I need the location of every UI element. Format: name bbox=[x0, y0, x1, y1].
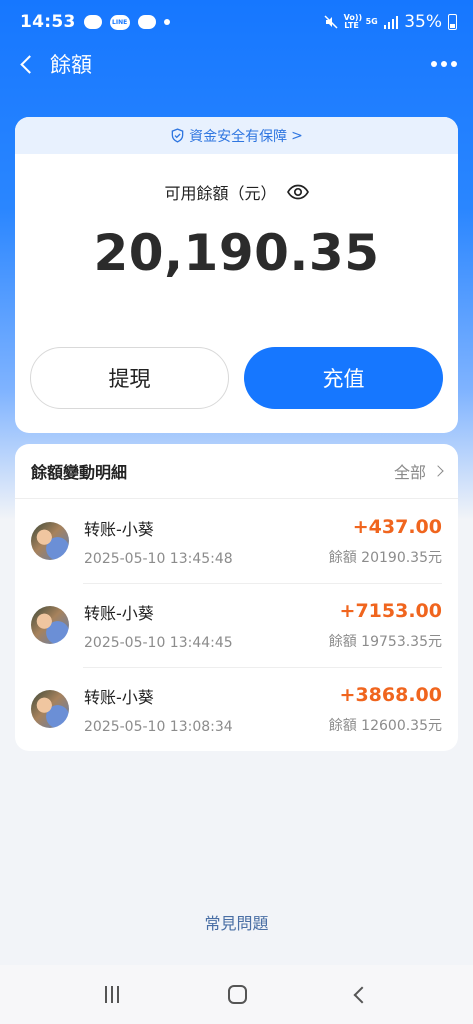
battery-icon bbox=[448, 14, 457, 30]
transaction-row[interactable]: 转账-小葵 2025-05-10 13:08:34 +3868.00 餘額 12… bbox=[15, 667, 458, 751]
transactions-header: 餘額變動明細 全部 bbox=[15, 444, 458, 499]
transaction-balance: 餘額 20190.35元 bbox=[328, 549, 442, 566]
line-icon: LINE bbox=[109, 14, 130, 30]
transaction-name: 转账-小葵 bbox=[84, 519, 154, 539]
battery-percent: 35% bbox=[404, 12, 442, 32]
balance-card: 資金安全有保障 > 可用餘額（元） 20,190.35 提現 充值 bbox=[15, 117, 458, 433]
transaction-amount: +3868.00 bbox=[339, 683, 442, 706]
transaction-balance: 餘額 19753.35元 bbox=[328, 633, 442, 650]
more-options-button[interactable] bbox=[429, 55, 459, 73]
transaction-row[interactable]: 转账-小葵 2025-05-10 13:44:45 +7153.00 餘額 19… bbox=[15, 583, 458, 667]
status-bar: 14:53 LINE Vo)) LTE 5G 35% bbox=[0, 0, 473, 44]
security-banner-text: 資金安全有保障 bbox=[189, 128, 288, 145]
transaction-amount: +437.00 bbox=[352, 515, 442, 538]
transaction-time: 2025-05-10 13:45:48 bbox=[84, 550, 233, 567]
transaction-name: 转账-小葵 bbox=[84, 687, 154, 707]
system-navigation-bar bbox=[0, 965, 473, 1024]
balance-label: 可用餘額（元） bbox=[164, 184, 277, 203]
chevron-right-icon bbox=[432, 465, 444, 477]
view-all-link[interactable]: 全部 bbox=[393, 459, 444, 483]
navigation-bar: 餘額 bbox=[0, 44, 473, 84]
eye-icon[interactable] bbox=[286, 184, 309, 200]
signal-icon bbox=[383, 15, 399, 29]
balance-label-row: 可用餘額（元） bbox=[15, 180, 458, 204]
home-icon[interactable] bbox=[227, 985, 247, 1004]
notification-dot-icon bbox=[163, 19, 170, 25]
transaction-row[interactable]: 转账-小葵 2025-05-10 13:45:48 +437.00 餘額 201… bbox=[15, 499, 458, 583]
avatar bbox=[31, 522, 69, 560]
withdraw-button[interactable]: 提現 bbox=[30, 347, 229, 409]
view-all-label: 全部 bbox=[393, 463, 426, 482]
chevron-right-icon: > bbox=[291, 127, 303, 144]
transaction-time: 2025-05-10 13:44:45 bbox=[84, 634, 233, 651]
transaction-balance: 餘額 12600.35元 bbox=[328, 717, 442, 734]
action-buttons: 提現 充值 bbox=[30, 347, 443, 409]
recent-apps-icon[interactable] bbox=[104, 986, 119, 1003]
network-5g-icon: 5G bbox=[365, 17, 378, 26]
back-chevron-icon bbox=[19, 54, 39, 74]
system-back-icon[interactable] bbox=[353, 986, 371, 1003]
transactions-card: 餘額變動明細 全部 转账-小葵 2025-05-10 13:45:48 +437… bbox=[15, 444, 458, 751]
page-title: 餘額 bbox=[50, 53, 92, 77]
recharge-button[interactable]: 充值 bbox=[244, 347, 443, 409]
back-button[interactable] bbox=[14, 49, 39, 79]
faq-link[interactable]: 常見問題 bbox=[0, 910, 473, 934]
status-time: 14:53 bbox=[20, 12, 76, 32]
mute-icon bbox=[324, 15, 338, 29]
more-dot-icon bbox=[431, 61, 437, 67]
transaction-name: 转账-小葵 bbox=[84, 603, 154, 623]
avatar bbox=[31, 690, 69, 728]
message-icon bbox=[137, 15, 156, 29]
balance-amount: 20,190.35 bbox=[93, 224, 380, 282]
transactions-title: 餘額變動明細 bbox=[31, 463, 128, 482]
transaction-amount: +7153.00 bbox=[339, 599, 442, 622]
volte-icon: Vo)) LTE bbox=[343, 13, 363, 30]
shield-check-icon bbox=[170, 128, 185, 143]
avatar bbox=[31, 606, 69, 644]
more-dot-icon bbox=[451, 61, 457, 67]
security-banner[interactable]: 資金安全有保障 > bbox=[15, 117, 458, 154]
more-dot-icon bbox=[441, 61, 447, 67]
transaction-time: 2025-05-10 13:08:34 bbox=[84, 718, 233, 735]
wechat-icon bbox=[83, 15, 102, 29]
